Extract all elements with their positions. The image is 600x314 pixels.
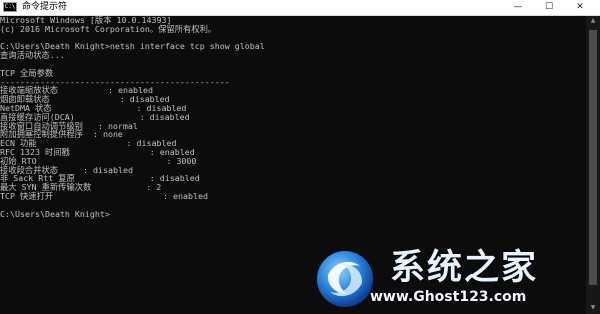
- maximize-button[interactable]: ☐: [537, 0, 561, 15]
- console-line: 查询活动状态...: [0, 50, 65, 61]
- cmd-icon: C:\: [3, 2, 17, 12]
- minimize-button[interactable]: —: [506, 0, 530, 15]
- watermark-site-name: 系统之家: [390, 247, 539, 288]
- command-prompt-window: C:\ 命令提示符 — ☐ ✕ Microsoft Windows [版本 10…: [0, 0, 600, 314]
- console-line: C:\Users\Death Knight>netsh interface tc…: [0, 41, 265, 52]
- window-title: 命令提示符: [22, 2, 68, 12]
- close-button[interactable]: ✕: [568, 0, 592, 15]
- console-line: TCP 快速打开 : enabled: [0, 190, 209, 201]
- scroll-up-arrow-icon[interactable]: ▲: [586, 16, 600, 26]
- site-watermark: 系统之家 www.Ghost123.com: [300, 248, 590, 310]
- watermark-url: www.Ghost123.com: [370, 289, 527, 305]
- watermark-logo-icon: [317, 251, 373, 307]
- console-prompt-line[interactable]: C:\Users\Death Knight>: [0, 209, 583, 219]
- scrollbar-thumb[interactable]: [589, 30, 597, 285]
- console-line: (c) 2016 Microsoft Corporation。保留所有权利。: [0, 23, 217, 34]
- title-bar[interactable]: C:\ 命令提示符 — ☐ ✕: [0, 0, 600, 16]
